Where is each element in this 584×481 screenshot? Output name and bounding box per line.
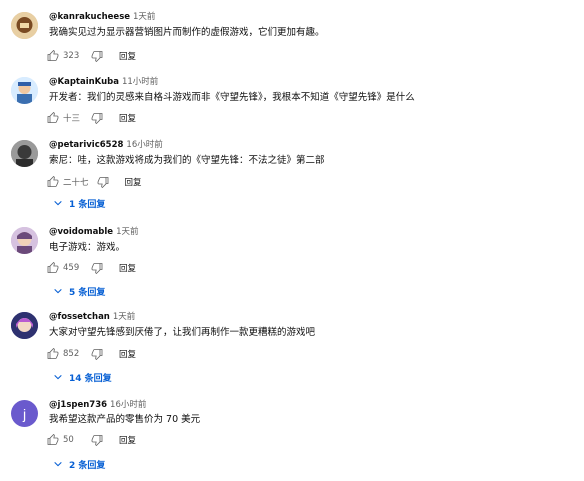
like-count: 十三 bbox=[63, 114, 81, 124]
comment-text: 我希望这款产品的零售价为 70 美元 bbox=[49, 414, 201, 425]
avatar[interactable] bbox=[11, 312, 38, 339]
like-icon[interactable] bbox=[47, 176, 59, 188]
view-replies-button[interactable]: 14 条回复 bbox=[53, 370, 112, 384]
like-count: 50 bbox=[63, 435, 74, 445]
chevron-down-icon bbox=[54, 461, 62, 467]
replies-count: 5 条回复 bbox=[69, 287, 106, 298]
comment-author[interactable]: @fossetchan bbox=[49, 312, 110, 322]
chevron-down-icon bbox=[54, 374, 62, 380]
like-count: 二十七 bbox=[63, 178, 89, 188]
avatar-image bbox=[11, 140, 38, 167]
view-replies-button[interactable]: 1 条回复 bbox=[53, 196, 105, 210]
dislike-icon[interactable] bbox=[91, 50, 103, 62]
comment-text: 开发者：我们的灵感来自格斗游戏而非《守望先锋》，我根本不知道《守望先锋》是什么 bbox=[49, 92, 415, 103]
avatar[interactable]: j bbox=[11, 400, 38, 427]
like-count: 852 bbox=[63, 349, 80, 359]
comment-time[interactable]: 16小时前 bbox=[126, 140, 162, 150]
like-icon[interactable] bbox=[47, 50, 59, 62]
reply-button[interactable]: 回复 bbox=[119, 50, 136, 62]
comment-text: 索尼：哇，这款游戏将成为我们的《守望先锋：不法之徒》第二部 bbox=[49, 155, 325, 166]
comment-time[interactable]: 1天前 bbox=[133, 12, 155, 22]
comment-text: 我确实见过为显示器营销图片而制作的虚假游戏，它们更加有趣。 bbox=[49, 27, 325, 38]
replies-count: 2 条回复 bbox=[69, 460, 106, 471]
like-count: 323 bbox=[63, 51, 80, 61]
comment-text: 大家对守望先锋感到厌倦了，让我们再制作一款更糟糕的游戏吧 bbox=[49, 327, 316, 338]
reply-button[interactable]: 回复 bbox=[125, 176, 142, 188]
comment-time[interactable]: 1天前 bbox=[113, 312, 135, 322]
view-replies-button[interactable]: 5 条回复 bbox=[53, 284, 105, 298]
comment-time[interactable]: 1天前 bbox=[116, 227, 138, 237]
comment-time[interactable]: 11小时前 bbox=[122, 77, 158, 87]
dislike-icon[interactable] bbox=[97, 176, 109, 188]
avatar[interactable] bbox=[11, 140, 38, 167]
avatar-image bbox=[11, 12, 38, 39]
comment-author[interactable]: @voidomable bbox=[49, 227, 113, 237]
comment-time[interactable]: 16小时前 bbox=[110, 400, 146, 410]
chevron-down-icon bbox=[54, 200, 62, 206]
reply-button[interactable]: 回复 bbox=[119, 348, 136, 360]
avatar-image bbox=[11, 312, 38, 339]
avatar[interactable] bbox=[11, 227, 38, 254]
avatar-image bbox=[11, 77, 38, 104]
like-count: 459 bbox=[63, 263, 80, 273]
replies-count: 14 条回复 bbox=[69, 373, 112, 384]
reply-button[interactable]: 回复 bbox=[119, 112, 136, 124]
avatar[interactable] bbox=[11, 12, 38, 39]
like-icon[interactable] bbox=[47, 434, 59, 446]
replies-count: 1 条回复 bbox=[69, 199, 106, 210]
dislike-icon[interactable] bbox=[91, 262, 103, 274]
comment-author[interactable]: @j1spen736 bbox=[49, 400, 107, 410]
view-replies-button[interactable]: 2 条回复 bbox=[53, 457, 105, 471]
reply-button[interactable]: 回复 bbox=[119, 434, 136, 446]
chevron-down-icon bbox=[54, 288, 62, 294]
comment-text: 电子游戏：游戏。 bbox=[49, 242, 126, 253]
like-icon[interactable] bbox=[47, 112, 59, 124]
dislike-icon[interactable] bbox=[91, 348, 103, 360]
reply-button[interactable]: 回复 bbox=[119, 262, 136, 274]
avatar-image bbox=[11, 227, 38, 254]
comment-author[interactable]: @petarivic6528 bbox=[49, 140, 123, 150]
avatar-letter: j bbox=[22, 405, 27, 422]
dislike-icon[interactable] bbox=[91, 112, 103, 124]
comment-author[interactable]: @KaptainKuba bbox=[49, 77, 119, 87]
like-icon[interactable] bbox=[47, 348, 59, 360]
like-icon[interactable] bbox=[47, 262, 59, 274]
dislike-icon[interactable] bbox=[91, 434, 103, 446]
avatar[interactable] bbox=[11, 77, 38, 104]
comment-author[interactable]: @kanrakucheese bbox=[49, 12, 130, 22]
